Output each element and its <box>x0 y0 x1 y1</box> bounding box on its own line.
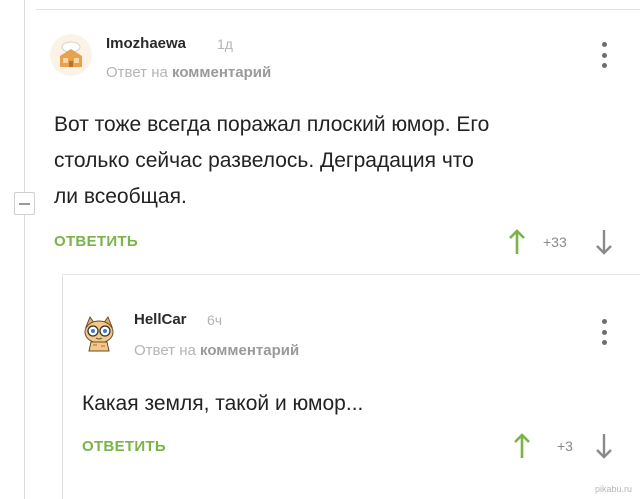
comment-text-line: столько сейчас развелось. Деградация что <box>54 149 474 172</box>
reply-button[interactable]: ОТВЕТИТЬ <box>54 233 138 250</box>
collapse-thread-button[interactable] <box>14 192 35 215</box>
thread-line-main-lower <box>24 215 25 499</box>
thread-line-nested <box>62 276 63 499</box>
separator-middle <box>62 274 640 275</box>
separator-top <box>36 9 640 10</box>
arrow-up-icon[interactable] <box>513 433 531 459</box>
reply-to-line[interactable]: Ответ на комментарий <box>106 64 271 81</box>
arrow-down-icon[interactable] <box>595 229 613 255</box>
rating-count: +33 <box>543 234 567 250</box>
comment-time: 1д <box>217 36 233 52</box>
avatar[interactable] <box>50 34 92 76</box>
thread-line-main <box>24 0 25 192</box>
avatar-image <box>78 313 120 355</box>
comment-text: Какая земля, такой и юмор... <box>82 386 363 422</box>
comment-text-line: ли всеобщая. <box>54 185 187 208</box>
kebab-menu-icon[interactable] <box>600 42 608 68</box>
reply-button[interactable]: ОТВЕТИТЬ <box>82 438 166 455</box>
comment-text-line: Вот тоже всегда поражал плоский юмор. Ег… <box>54 113 490 136</box>
avatar[interactable] <box>78 313 120 355</box>
rating-count: +3 <box>557 438 573 454</box>
username[interactable]: Imozhaewa <box>106 35 186 52</box>
arrow-down-icon[interactable] <box>595 433 613 459</box>
kebab-menu-icon[interactable] <box>600 319 608 345</box>
minus-icon <box>19 202 30 205</box>
reply-to-target[interactable]: комментарий <box>200 342 299 359</box>
username[interactable]: HellCar <box>134 311 187 328</box>
comment-text: Вот тоже всегда поражал плоский юмор. Ег… <box>54 107 489 215</box>
arrow-up-icon[interactable] <box>508 229 526 255</box>
reply-to-target[interactable]: комментарий <box>172 64 271 81</box>
reply-to-prefix: Ответ на <box>106 64 168 81</box>
watermark: pikabu.ru <box>594 484 632 494</box>
reply-to-prefix: Ответ на <box>134 342 196 359</box>
comment-text-line: Какая земля, такой и юмор... <box>82 392 364 415</box>
avatar-image <box>50 34 92 76</box>
comment-time: 6ч <box>207 312 223 328</box>
reply-to-line[interactable]: Ответ на комментарий <box>134 342 299 359</box>
